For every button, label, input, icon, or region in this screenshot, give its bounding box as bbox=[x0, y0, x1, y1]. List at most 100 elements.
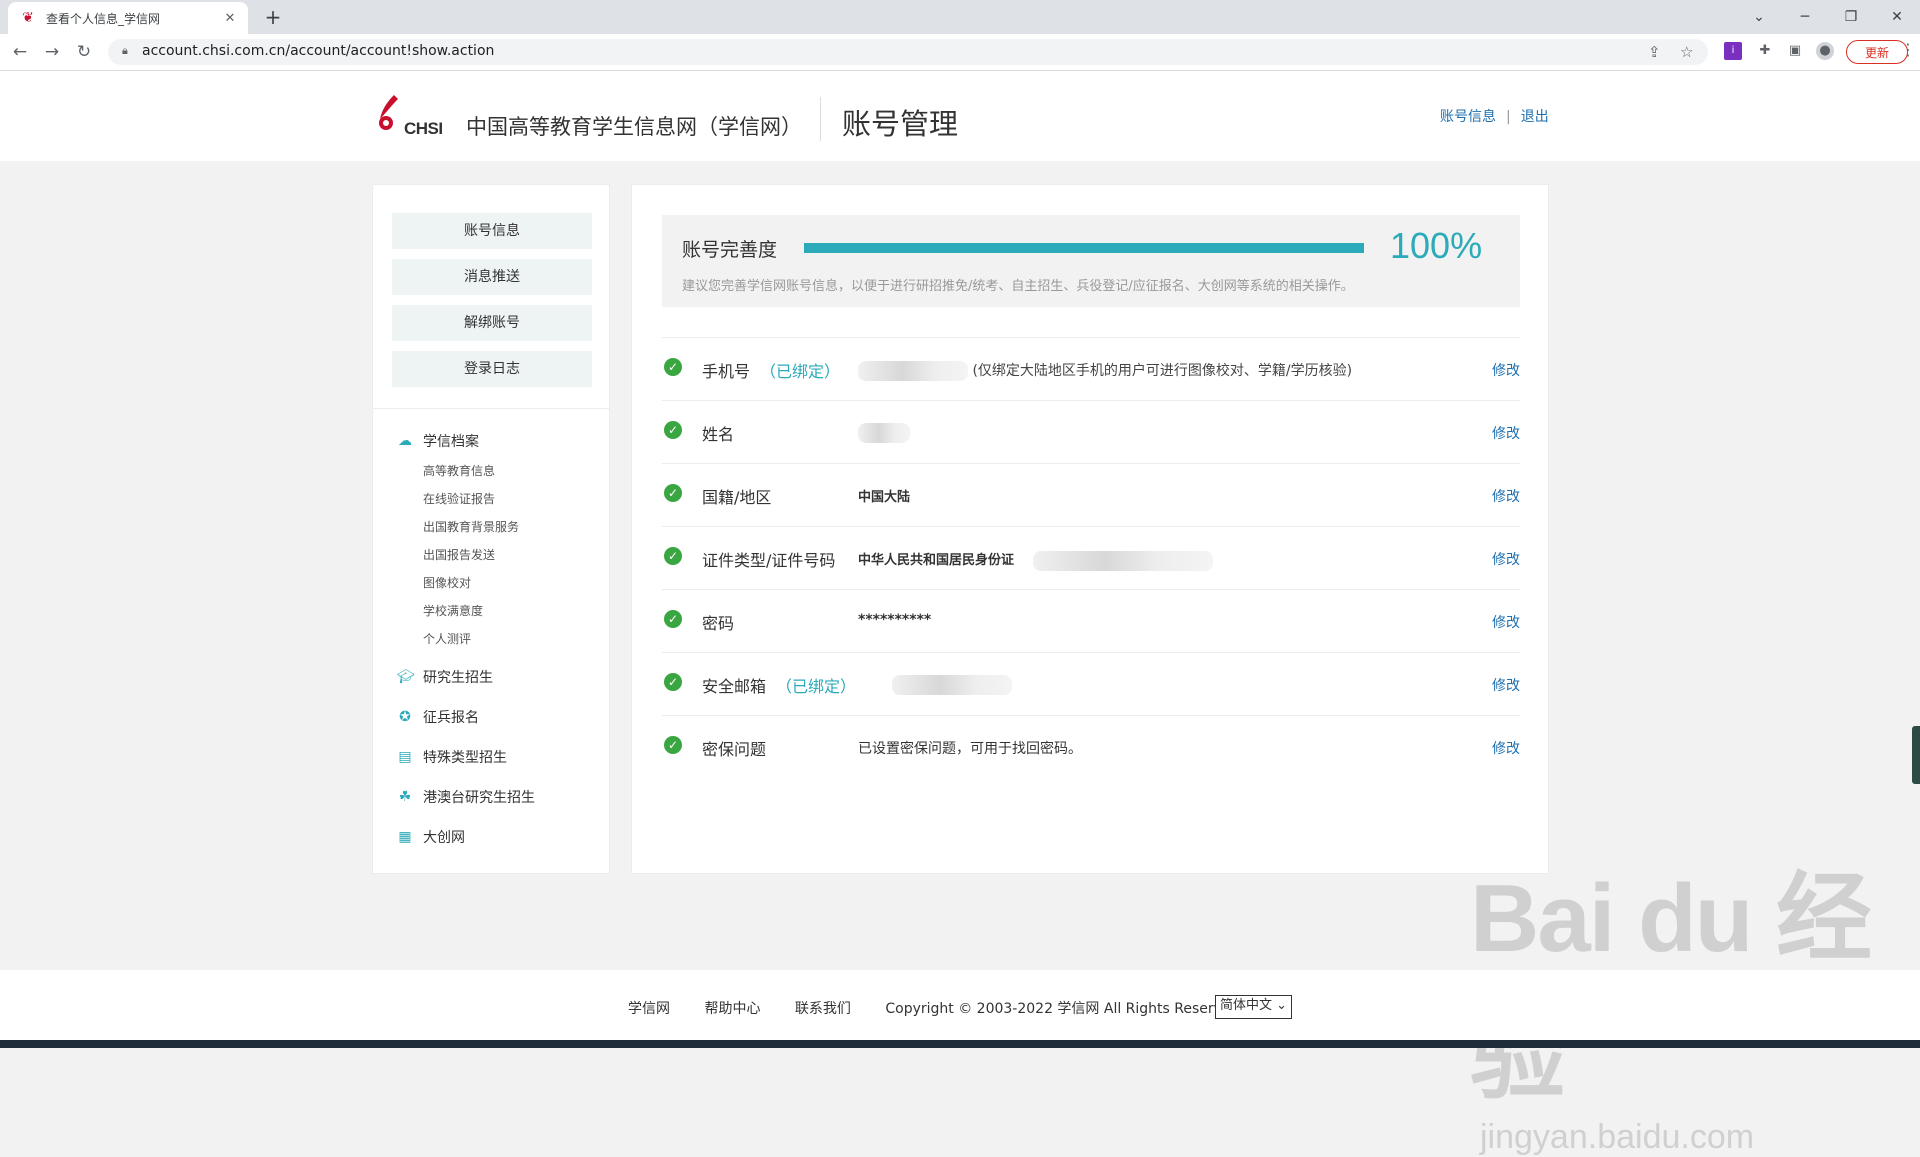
row-value: 中华人民共和国居民身份证 bbox=[858, 549, 1213, 571]
edit-password-link[interactable]: 修改 bbox=[1492, 612, 1520, 632]
sidebar-message-push-button[interactable]: 消息推送 bbox=[392, 259, 592, 295]
sidebar-login-log-button[interactable]: 登录日志 bbox=[392, 351, 592, 387]
browser-tab[interactable]: ❦ 查看个人信息_学信网 ✕ bbox=[8, 2, 248, 34]
group-label: 研究生招生 bbox=[423, 670, 493, 686]
sidebar-link-image-check[interactable]: 图像校对 bbox=[423, 574, 471, 591]
sidebar-group-special[interactable]: ▤ 特殊类型招生 bbox=[397, 747, 507, 767]
sidebar-link-personal-test[interactable]: 个人测评 bbox=[423, 630, 471, 647]
sidebar-link-abroad-service[interactable]: 出国教育背景服务 bbox=[423, 518, 519, 535]
check-icon: ✓ bbox=[664, 358, 682, 376]
sidebar-group-dachuang[interactable]: ▦ 大创网 bbox=[397, 827, 465, 847]
lock-icon: 🔒︎ bbox=[122, 44, 128, 57]
sidebar-unbind-button[interactable]: 解绑账号 bbox=[392, 305, 592, 341]
edit-email-link[interactable]: 修改 bbox=[1492, 675, 1520, 695]
page-title: 账号管理 bbox=[842, 107, 959, 141]
edit-nationality-link[interactable]: 修改 bbox=[1492, 486, 1520, 506]
people-icon: ☘ bbox=[398, 789, 412, 805]
id-row: ✓ 证件类型/证件号码 中华人民共和国居民身份证 修改 bbox=[662, 526, 1520, 589]
sidebar-link-higher-edu[interactable]: 高等教育信息 bbox=[423, 462, 495, 479]
footer-link-contact[interactable]: 联系我们 bbox=[795, 1001, 851, 1017]
edit-security-question-link[interactable]: 修改 bbox=[1492, 738, 1520, 758]
account-info-link[interactable]: 账号信息 bbox=[1440, 109, 1496, 125]
site-name[interactable]: 中国高等教育学生信息网（学信网） bbox=[466, 111, 802, 141]
tab-search-icon[interactable]: ⌄ bbox=[1744, 4, 1774, 30]
group-label: 港澳台研究生招生 bbox=[423, 790, 535, 806]
sidebar: 账号信息 消息推送 解绑账号 登录日志 ☁ 学信档案 高等教育信息 在线验证报告… bbox=[372, 184, 610, 874]
window-close-button[interactable]: ✕ bbox=[1882, 4, 1912, 30]
phone-row: ✓ 手机号 （已绑定） (仅绑定大陆地区手机的用户可进行图像校对、学籍/学历核验)… bbox=[662, 337, 1520, 400]
site-footer: 学信网 帮助中心 联系我们 Copyright © 2003-2022 学信网 … bbox=[0, 970, 1920, 1040]
edit-phone-link[interactable]: 修改 bbox=[1492, 360, 1520, 380]
watermark-sub: jingyan.baidu.com bbox=[1480, 1118, 1755, 1156]
cloud-icon: ☁ bbox=[398, 433, 412, 449]
nationality-row: ✓ 国籍/地区 中国大陆 修改 bbox=[662, 463, 1520, 526]
language-selected: 简体中文 bbox=[1220, 998, 1273, 1013]
row-label: 证件类型/证件号码 bbox=[702, 551, 836, 570]
check-icon: ✓ bbox=[664, 547, 682, 565]
maximize-button[interactable]: ❐ bbox=[1836, 4, 1866, 30]
board-icon: ▦ bbox=[398, 829, 412, 845]
edit-id-link[interactable]: 修改 bbox=[1492, 549, 1520, 569]
account-main-panel: 账号完善度 100% 建议您完善学信网账号信息，以便于进行研招推免/统考、自主招… bbox=[631, 184, 1549, 874]
group-label: 征兵报名 bbox=[423, 710, 479, 726]
back-icon[interactable]: ← bbox=[8, 40, 32, 64]
redacted-phone bbox=[858, 361, 968, 381]
edit-name-link[interactable]: 修改 bbox=[1492, 423, 1520, 443]
browser-toolbar: ← → ↻ 🔒︎ account.chsi.com.cn/account/acc… bbox=[0, 34, 1920, 71]
row-label: 安全邮箱 （已绑定） bbox=[702, 677, 857, 696]
minimize-button[interactable]: ─ bbox=[1790, 4, 1820, 30]
row-label: 密码 bbox=[702, 614, 735, 633]
row-value: ********** bbox=[858, 612, 932, 628]
new-tab-button[interactable]: + bbox=[260, 4, 286, 30]
logout-link[interactable]: 退出 bbox=[1521, 109, 1549, 125]
completeness-progress-fill bbox=[804, 243, 1364, 253]
row-value bbox=[892, 675, 1012, 695]
extension-icon[interactable]: i bbox=[1724, 42, 1742, 60]
completeness-progress-bar bbox=[804, 243, 1364, 253]
name-row: ✓ 姓名 修改 bbox=[662, 400, 1520, 463]
chsi-logo-icon[interactable] bbox=[370, 93, 408, 133]
sidebar-link-school-satisfaction[interactable]: 学校满意度 bbox=[423, 602, 483, 619]
puzzle-extensions-icon[interactable]: ✚ bbox=[1756, 42, 1774, 60]
url-text[interactable]: account.chsi.com.cn/account/account!show… bbox=[142, 43, 494, 59]
security-question-row: ✓ 密保问题 已设置密保问题，可用于找回密码。 修改 bbox=[662, 715, 1520, 778]
redacted-id-number bbox=[1032, 550, 1213, 571]
sidebar-group-graduate[interactable]: 🎓︎ 研究生招生 bbox=[397, 667, 493, 687]
group-label: 学信档案 bbox=[423, 434, 479, 450]
reload-icon[interactable]: ↻ bbox=[72, 40, 96, 64]
graduation-cap-icon: 🎓︎ bbox=[397, 669, 415, 685]
footer-link-help[interactable]: 帮助中心 bbox=[704, 1001, 760, 1017]
sidebar-divider bbox=[373, 408, 609, 409]
sidebar-link-abroad-report[interactable]: 出国报告发送 bbox=[423, 546, 495, 563]
tab-close-icon[interactable]: ✕ bbox=[222, 11, 238, 26]
forward-icon[interactable]: → bbox=[40, 40, 64, 64]
share-icon[interactable]: ⇪ bbox=[1648, 43, 1661, 61]
sidepanel-icon[interactable]: ▣ bbox=[1786, 42, 1804, 60]
floating-side-tab[interactable] bbox=[1912, 726, 1920, 784]
group-label: 特殊类型招生 bbox=[423, 750, 507, 766]
sidebar-group-hmt[interactable]: ☘ 港澳台研究生招生 bbox=[397, 787, 535, 807]
footer-link-chsi[interactable]: 学信网 bbox=[628, 1001, 670, 1017]
row-label: 姓名 bbox=[702, 425, 735, 444]
row-label: 国籍/地区 bbox=[702, 488, 772, 507]
bookmark-star-icon[interactable]: ☆ bbox=[1680, 43, 1693, 61]
bound-badge: （已绑定） bbox=[776, 677, 857, 696]
profile-avatar-icon[interactable]: ● bbox=[1816, 42, 1834, 60]
star-icon: ✪ bbox=[399, 709, 411, 725]
language-select[interactable]: 简体中文 ⌄ bbox=[1215, 995, 1293, 1019]
row-label: 密保问题 bbox=[702, 740, 767, 759]
sidebar-group-military[interactable]: ✪ 征兵报名 bbox=[397, 707, 479, 727]
browser-menu-icon[interactable]: ⋮ bbox=[1900, 40, 1916, 59]
os-taskbar bbox=[0, 1040, 1920, 1048]
sidebar-link-online-report[interactable]: 在线验证报告 bbox=[423, 490, 495, 507]
header-links: 账号信息 | 退出 bbox=[1440, 106, 1549, 126]
chevron-down-icon: ⌄ bbox=[1276, 998, 1288, 1013]
sidebar-group-xuexin[interactable]: ☁ 学信档案 bbox=[397, 431, 479, 451]
link-separator: | bbox=[1506, 109, 1511, 125]
header-divider bbox=[820, 97, 821, 141]
document-icon: ▤ bbox=[398, 749, 412, 765]
sidebar-account-info-button[interactable]: 账号信息 bbox=[392, 213, 592, 249]
browser-update-button[interactable]: 更新 bbox=[1846, 40, 1908, 64]
tab-title: 查看个人信息_学信网 bbox=[46, 11, 161, 26]
address-bar[interactable]: 🔒︎ account.chsi.com.cn/account/account!s… bbox=[108, 39, 1708, 65]
